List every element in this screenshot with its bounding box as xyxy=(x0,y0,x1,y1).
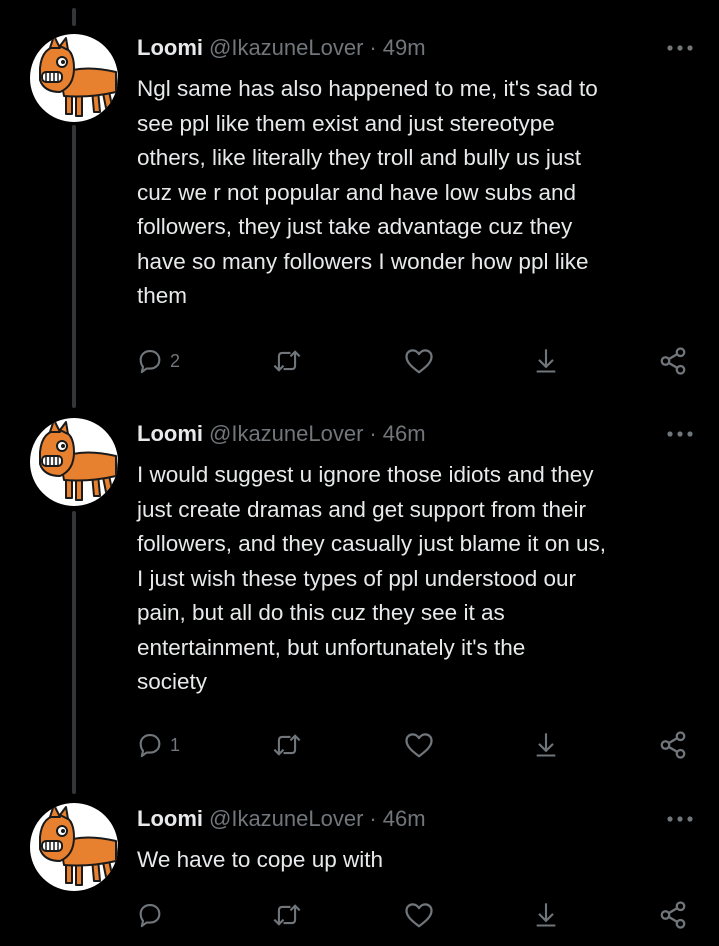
share-button[interactable] xyxy=(658,343,688,379)
download-button[interactable] xyxy=(532,897,560,933)
tweet[interactable]: Loomi @IkazuneLover · 46m We have to cop… xyxy=(0,785,719,946)
reply-count: 2 xyxy=(170,350,181,371)
share-button[interactable] xyxy=(658,727,688,763)
separator-dot: · xyxy=(369,35,377,60)
reply-icon xyxy=(139,734,161,758)
reply-count: 1 xyxy=(170,734,181,755)
retweet-icon xyxy=(273,734,301,756)
download-icon xyxy=(536,733,556,757)
tweet-text: I would suggest u ignore those idiots an… xyxy=(137,462,606,694)
horse-avatar-icon xyxy=(39,35,118,117)
download-icon xyxy=(536,903,556,927)
avatar[interactable] xyxy=(30,34,118,122)
share-button[interactable] xyxy=(658,897,688,933)
retweet-button[interactable] xyxy=(272,897,302,933)
user-handle[interactable]: @IkazuneLover xyxy=(209,35,363,61)
reply-button[interactable]: 1 xyxy=(136,727,180,763)
timestamp[interactable]: 46m xyxy=(383,806,426,832)
reply-button[interactable] xyxy=(136,897,170,933)
tweet[interactable]: Loomi @IkazuneLover · 49m Ngl same has a… xyxy=(0,0,719,400)
retweet-icon xyxy=(273,904,301,926)
horse-avatar-icon xyxy=(39,419,118,501)
share-icon xyxy=(660,901,686,929)
retweet-button[interactable] xyxy=(272,727,302,763)
download-icon xyxy=(536,349,556,373)
user-handle[interactable]: @IkazuneLover xyxy=(209,421,363,447)
horse-avatar-icon xyxy=(39,804,118,886)
user-handle[interactable]: @IkazuneLover xyxy=(209,806,363,832)
action-bar: 2 xyxy=(130,343,700,379)
tweet-header: Loomi @IkazuneLover · 49m xyxy=(137,33,695,63)
timestamp[interactable]: 49m xyxy=(383,35,426,61)
download-button[interactable] xyxy=(532,343,560,379)
tweet-header: Loomi @IkazuneLover · 46m xyxy=(137,419,695,449)
share-icon xyxy=(660,731,686,759)
display-name[interactable]: Loomi xyxy=(137,806,203,832)
more-icon xyxy=(667,45,693,51)
like-button[interactable] xyxy=(404,897,434,933)
separator-dot: · xyxy=(369,806,377,831)
avatar[interactable] xyxy=(30,418,118,506)
tweet-text: We have to cope up with xyxy=(137,847,383,872)
more-icon xyxy=(667,431,693,437)
display-name[interactable]: Loomi xyxy=(137,421,203,447)
more-button[interactable] xyxy=(665,806,695,832)
tweet[interactable]: Loomi @IkazuneLover · 46m I would sugges… xyxy=(0,400,719,785)
download-button[interactable] xyxy=(532,727,560,763)
tweet-header: Loomi @IkazuneLover · 46m xyxy=(137,804,695,834)
action-bar: 1 xyxy=(130,727,700,763)
more-icon xyxy=(667,816,693,822)
like-button[interactable] xyxy=(404,727,434,763)
action-bar xyxy=(130,897,700,933)
display-name[interactable]: Loomi xyxy=(137,35,203,61)
more-button[interactable] xyxy=(665,421,695,447)
retweet-icon xyxy=(273,350,301,372)
reply-icon xyxy=(139,350,161,374)
reply-button[interactable]: 2 xyxy=(136,343,180,379)
more-button[interactable] xyxy=(665,35,695,61)
tweet-text: Ngl same has also happened to me, it's s… xyxy=(137,76,598,308)
like-icon xyxy=(405,349,433,374)
share-icon xyxy=(660,347,686,375)
like-icon xyxy=(405,733,433,758)
like-icon xyxy=(405,903,433,928)
reply-icon xyxy=(139,904,161,928)
avatar[interactable] xyxy=(30,803,118,891)
separator-dot: · xyxy=(369,421,377,446)
like-button[interactable] xyxy=(404,343,434,379)
timestamp[interactable]: 46m xyxy=(383,421,426,447)
retweet-button[interactable] xyxy=(272,343,302,379)
